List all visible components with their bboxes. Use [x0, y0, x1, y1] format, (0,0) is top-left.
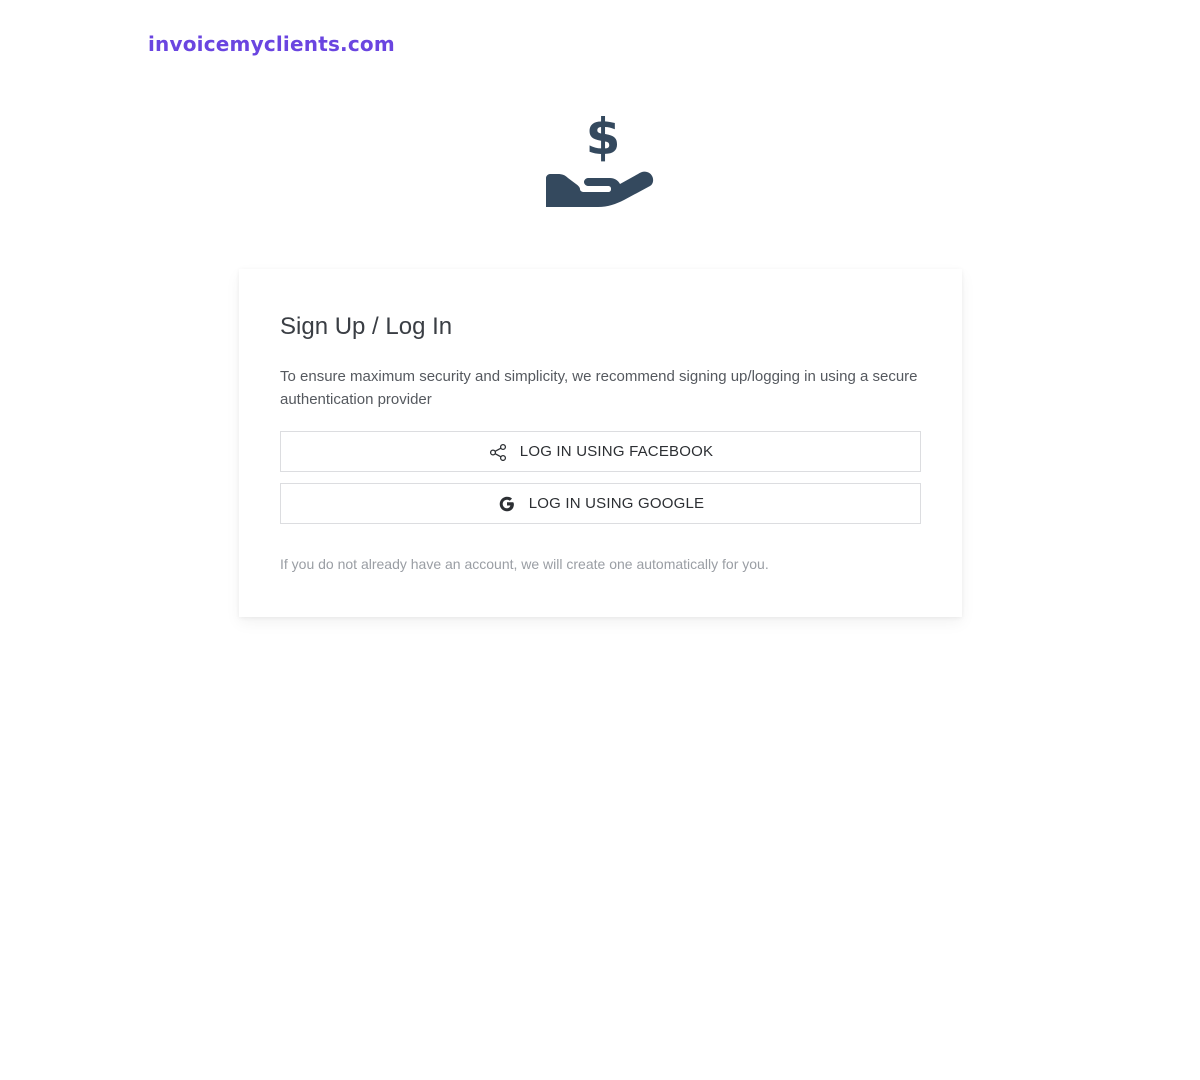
- card-title: Sign Up / Log In: [280, 313, 453, 340]
- brand-logo-link[interactable]: invoicemyclients.com: [148, 30, 395, 58]
- card-description: To ensure maximum security and simplicit…: [280, 368, 918, 408]
- page: invoicemyclients.com $ Sign Up / Log In …: [0, 0, 1200, 1080]
- google-icon: [497, 494, 517, 514]
- facebook-button-label: LOG IN USING FACEBOOK: [519, 443, 714, 460]
- svg-text:$: $: [586, 108, 621, 166]
- login-google-button[interactable]: LOG IN USING GOOGLE: [280, 483, 921, 524]
- share-icon: [488, 442, 508, 462]
- hand-holding-dollar-icon: $: [546, 108, 654, 210]
- login-card: Sign Up / Log In To ensure maximum secur…: [239, 269, 962, 617]
- login-facebook-button[interactable]: LOG IN USING FACEBOOK: [280, 431, 921, 472]
- google-button-label: LOG IN USING GOOGLE: [528, 495, 705, 512]
- auto-account-note: If you do not already have an account, w…: [280, 556, 769, 572]
